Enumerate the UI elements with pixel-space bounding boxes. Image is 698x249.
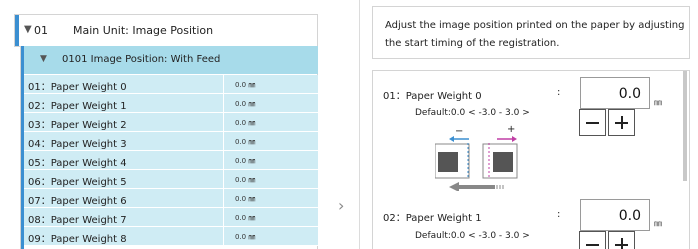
left-panel: ▼ 01 Main Unit: Image Position ▼ 0101 Im…: [0, 0, 330, 249]
list-item-name: 08：Paper Weight 7: [28, 215, 127, 226]
description-box: Adjust the image position printed on the…: [372, 6, 690, 59]
list-item-value: 0.0 ㎜: [235, 81, 256, 89]
setting-name: 02：Paper Weight 1: [383, 213, 482, 224]
list-item-value: 0.0 ㎜: [235, 100, 256, 108]
main-unit-header[interactable]: ▼ 01 Main Unit: Image Position: [14, 14, 318, 47]
list-item-value: 0.0 ㎜: [235, 138, 256, 146]
divider: [223, 189, 224, 207]
list-item-name: 04：Paper Weight 3: [28, 139, 127, 150]
plus-icon: [621, 238, 623, 249]
list-item[interactable]: 07：Paper Weight 6 0.0 ㎜: [24, 189, 318, 208]
list-item-value: 0.0 ㎜: [235, 157, 256, 165]
minus-icon: [586, 122, 599, 124]
diagram-plus-label: +: [507, 124, 515, 135]
default-range: Default:0.0 < -3.0 - 3.0 >: [415, 231, 530, 241]
sub-group: ▼ 0101 Image Position: With Feed 01：Pape…: [20, 46, 318, 249]
main-unit-code: 01: [34, 24, 48, 37]
divider: [223, 75, 224, 93]
divider: [223, 94, 224, 112]
unit-label: ㎜: [654, 98, 662, 107]
list-item-name: 06：Paper Weight 5: [28, 177, 127, 188]
collapse-triangle-icon[interactable]: ▼: [24, 24, 32, 35]
sub-group-label: 0101 Image Position: With Feed: [62, 54, 221, 65]
diagram-minus-label: −: [455, 126, 463, 137]
list-item-name: 03：Paper Weight 2: [28, 120, 127, 131]
image-shape: [438, 152, 458, 172]
default-range: Default:0.0 < -3.0 - 3.0 >: [415, 108, 530, 118]
list-item[interactable]: 08：Paper Weight 7 0.0 ㎜: [24, 208, 318, 227]
setting-colon: :: [557, 87, 561, 98]
description-line: the start timing of the registration.: [385, 38, 560, 49]
list-item[interactable]: 01：Paper Weight 0 0.0 ㎜: [24, 75, 318, 94]
list-item-value: 0.0 ㎜: [235, 119, 256, 127]
arrow-head: [449, 136, 454, 142]
decrement-button[interactable]: [579, 231, 606, 249]
divider: [223, 227, 224, 245]
unit-label: ㎜: [654, 219, 662, 228]
setting-colon: :: [557, 209, 561, 220]
accent-bar: [15, 15, 19, 46]
main-unit-title: Main Unit: Image Position: [73, 24, 214, 37]
right-panel: Adjust the image position printed on the…: [360, 0, 698, 249]
image-shape: [493, 152, 513, 172]
list-item-value: 0.0 ㎜: [235, 233, 256, 241]
list-item-name: 05：Paper Weight 4: [28, 158, 127, 169]
setting-name: 01：Paper Weight 0: [383, 91, 482, 102]
settings-panel: 01：Paper Weight 0 : 0.0 ㎜ Default:0.0 < …: [372, 70, 690, 249]
panel-separator: [330, 0, 360, 249]
decrement-button[interactable]: [579, 109, 606, 136]
scrollbar[interactable]: [683, 71, 687, 181]
list-item[interactable]: 03：Paper Weight 2 0.0 ㎜: [24, 113, 318, 132]
arrow-head: [512, 136, 517, 142]
image-shift-diagram: − +: [435, 124, 518, 191]
list-item-value: 0.0 ㎜: [235, 214, 256, 222]
value-field[interactable]: 0.0: [580, 77, 650, 109]
collapse-triangle-icon[interactable]: ▼: [40, 54, 47, 64]
list-item[interactable]: 05：Paper Weight 4 0.0 ㎜: [24, 151, 318, 170]
list-item-name: 01：Paper Weight 0: [28, 82, 127, 93]
description-line: Adjust the image position printed on the…: [385, 20, 685, 31]
list-item-value: 0.0 ㎜: [235, 195, 256, 203]
list-item[interactable]: 09：Paper Weight 8 0.0 ㎜: [24, 227, 318, 246]
value-text: 0.0: [618, 86, 641, 102]
arrow-head: [449, 182, 459, 191]
sub-group-header[interactable]: ▼ 0101 Image Position: With Feed: [24, 46, 318, 74]
list-item[interactable]: 04：Paper Weight 3 0.0 ㎜: [24, 132, 318, 151]
value-field[interactable]: 0.0: [580, 199, 650, 231]
increment-button[interactable]: [608, 109, 635, 136]
list-item-value: 0.0 ㎜: [235, 176, 256, 184]
value-text: 0.0: [618, 208, 641, 224]
plus-icon: [621, 116, 623, 129]
chevron-right-icon[interactable]: ›: [338, 196, 344, 215]
list-item-name: 02：Paper Weight 1: [28, 101, 127, 112]
divider: [223, 170, 224, 188]
increment-button[interactable]: [608, 231, 635, 249]
divider: [223, 151, 224, 169]
list-item[interactable]: 06：Paper Weight 5 0.0 ㎜: [24, 170, 318, 189]
divider: [223, 208, 224, 226]
setting-list: 01：Paper Weight 0 0.0 ㎜ 02：Paper Weight …: [24, 75, 318, 246]
divider: [223, 113, 224, 131]
list-item-name: 07：Paper Weight 6: [28, 196, 127, 207]
divider: [223, 132, 224, 150]
list-item-name: 09：Paper Weight 8: [28, 234, 127, 245]
list-item[interactable]: 02：Paper Weight 1 0.0 ㎜: [24, 94, 318, 113]
minus-icon: [586, 244, 599, 246]
